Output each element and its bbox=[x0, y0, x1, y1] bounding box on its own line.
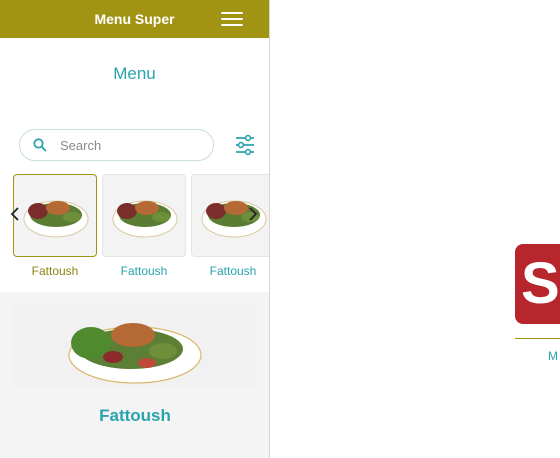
category-carousel: Fattoush Fattoush Fattoush bbox=[0, 174, 269, 284]
chevron-right-icon[interactable] bbox=[245, 202, 261, 226]
chevron-left-icon[interactable] bbox=[7, 202, 23, 226]
category-thumb-1[interactable] bbox=[13, 174, 97, 257]
filter-icon[interactable] bbox=[234, 133, 256, 157]
category-label-1: Fattoush bbox=[31, 264, 79, 278]
category-label-2: Fattoush bbox=[120, 264, 168, 278]
menu-app-panel: Menu Super Menu Search Fattoush Fattoush… bbox=[0, 0, 270, 458]
category-label-3: Fattoush bbox=[209, 264, 257, 278]
item-image bbox=[13, 305, 256, 386]
app-header: Menu Super bbox=[0, 0, 269, 38]
item-name: Fattoush bbox=[99, 406, 171, 425]
divider bbox=[515, 338, 560, 339]
search-box[interactable] bbox=[19, 129, 214, 161]
brand-logo-letter: S bbox=[521, 251, 560, 316]
salad-image bbox=[112, 200, 178, 238]
salad-image bbox=[68, 323, 202, 384]
menu-heading: Menu bbox=[113, 64, 156, 83]
salad-image bbox=[23, 200, 89, 238]
search-icon bbox=[20, 138, 60, 152]
brand-subtext: M bbox=[548, 349, 558, 363]
app-title: Menu Super bbox=[94, 11, 175, 27]
search-input[interactable] bbox=[60, 137, 200, 153]
search-row bbox=[19, 129, 259, 161]
item-detail: Fattoush bbox=[0, 292, 269, 458]
hamburger-icon[interactable] bbox=[221, 12, 243, 26]
category-thumb-2[interactable] bbox=[102, 174, 186, 257]
